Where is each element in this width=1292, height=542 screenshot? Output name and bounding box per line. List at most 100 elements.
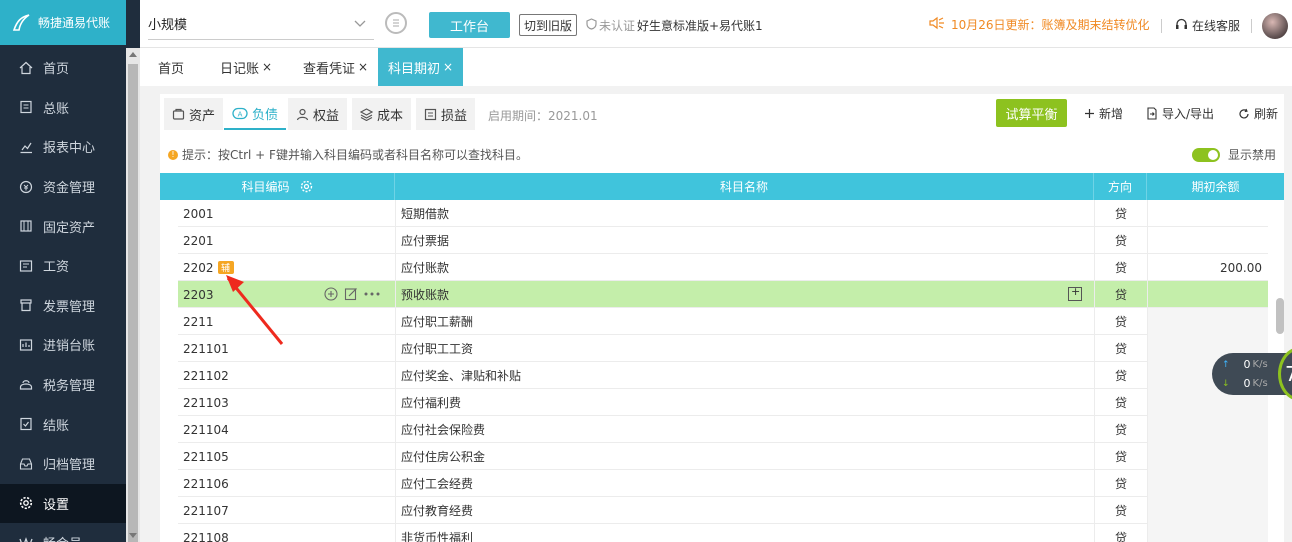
table-row[interactable]: 221106 应付工会经费贷	[178, 470, 1268, 497]
direction-cell: 贷	[1094, 335, 1147, 362]
sidebar-item-vip[interactable]: 畅会员	[0, 523, 126, 542]
checkout-icon	[18, 416, 34, 432]
tab-profit-loss[interactable]: 损益	[416, 98, 476, 130]
account-name: 应付职工薪酬	[395, 308, 1094, 335]
copy-add-icon[interactable]	[1068, 285, 1082, 301]
sidebar-scrollbar-thumb[interactable]	[128, 64, 138, 542]
sidebar-item-label: 畅会员	[43, 533, 82, 542]
tab-asset[interactable]: 资产	[164, 98, 224, 130]
page-tab-home[interactable]: 首页	[158, 48, 184, 86]
opening-balance-cell[interactable]	[1147, 227, 1268, 254]
toggle-switch[interactable]	[1192, 147, 1220, 162]
refresh-button[interactable]: 刷新	[1238, 105, 1278, 122]
account-name: 短期借款	[395, 200, 1094, 227]
brand-logo[interactable]: 畅捷通易代账	[0, 0, 126, 45]
opening-balance-cell[interactable]	[1147, 308, 1268, 335]
tab-label: 资产	[189, 108, 216, 124]
table-row[interactable]: 2001 短期借款贷	[178, 200, 1268, 227]
account-code: 2211	[183, 314, 214, 329]
company-select[interactable]: 小规模	[148, 8, 374, 40]
table-row[interactable]: 221103 应付福利费贷	[178, 389, 1268, 416]
opening-balance-cell[interactable]	[1147, 200, 1268, 227]
account-code-cell: 2001	[183, 200, 395, 227]
account-name: 应付教育经费	[395, 497, 1094, 524]
sidebar-item-archive[interactable]: 归档管理	[0, 444, 126, 484]
table-row[interactable]: 221108 非货币性福利贷	[178, 524, 1268, 542]
import-export-button[interactable]: 导入/导出	[1146, 105, 1214, 122]
opening-balance-cell[interactable]	[1147, 281, 1268, 308]
account-code: 2001	[183, 206, 214, 221]
opening-balance-cell[interactable]: 200.00	[1147, 254, 1268, 281]
table-row[interactable]: 221101 应付职工工资贷	[178, 335, 1268, 362]
online-service-link[interactable]: 在线客服	[1175, 17, 1240, 34]
tab-cost[interactable]: 成本	[352, 98, 412, 130]
liability-cat-icon: A	[232, 107, 248, 120]
sidebar-item-invoice[interactable]: 发票管理	[0, 286, 126, 326]
sidebar-item-label: 固定资产	[43, 220, 96, 236]
table-row[interactable]: 221105 应付住房公积金贷	[178, 443, 1268, 470]
network-speed-widget[interactable]: ↑ 0 K/s ↓ 0 K/s 7	[1212, 347, 1292, 401]
page-tabs: 首页 日记账 × 查看凭证 × 科目期初 ×	[140, 48, 1292, 86]
sidebar-item-chart[interactable]: 报表中心	[0, 127, 126, 167]
sidebar-item-label: 报表中心	[43, 141, 96, 157]
table-row[interactable]: 2201 应付票据贷	[178, 227, 1268, 254]
page-tab-opening-balance[interactable]: 科目期初 ×	[378, 48, 464, 86]
trial-balance-button[interactable]: 试算平衡	[996, 99, 1067, 127]
opening-balance-cell[interactable]	[1147, 524, 1268, 542]
calendar-icon[interactable]	[385, 12, 407, 34]
scroll-up-arrow-icon[interactable]	[129, 52, 137, 57]
unverified-status[interactable]: 未认证	[586, 17, 635, 34]
opening-balance-cell[interactable]	[1147, 443, 1268, 470]
show-disabled-toggle[interactable]: 显示禁用	[1192, 146, 1276, 163]
table-row[interactable]: 2203 预收账款贷	[178, 281, 1268, 308]
svg-text:A: A	[238, 110, 243, 118]
sidebar-item-checkout[interactable]: 结账	[0, 404, 126, 444]
close-icon[interactable]: ×	[358, 60, 368, 74]
direction-cell: 贷	[1094, 200, 1147, 227]
account-name: 应付票据	[395, 227, 1094, 254]
sidebar-item-asset[interactable]: 固定资产	[0, 206, 126, 246]
account-code: 221105	[183, 449, 229, 464]
opening-balance-cell[interactable]	[1147, 497, 1268, 524]
sidebar-item-ledger[interactable]: 总账	[0, 88, 126, 128]
opening-balance-cell[interactable]	[1147, 470, 1268, 497]
edit-icon[interactable]	[344, 287, 358, 301]
update-notice[interactable]: 10月26日更新：账簿及期末结转优化	[929, 16, 1150, 33]
settings-gear-icon[interactable]	[300, 180, 313, 193]
table-row[interactable]: 2211 应付职工薪酬贷	[178, 308, 1268, 335]
close-icon[interactable]: ×	[262, 60, 272, 74]
sidebar-item-tax[interactable]: 税务管理	[0, 365, 126, 405]
sidebar-item-home[interactable]: 首页	[0, 48, 126, 88]
table-scrollbar-thumb[interactable]	[1276, 298, 1284, 334]
user-avatar[interactable]	[1262, 13, 1288, 39]
account-code: 221103	[183, 395, 229, 410]
close-icon[interactable]: ×	[443, 60, 453, 74]
add-button[interactable]: 新增	[1084, 105, 1123, 122]
table-row[interactable]: 2202 辅应付账款贷 200.00	[178, 254, 1268, 281]
sidebar-item-inventory[interactable]: 进销台账	[0, 325, 126, 365]
scroll-down-arrow-icon[interactable]	[129, 533, 137, 538]
tab-equity[interactable]: 权益	[288, 98, 348, 130]
account-code-cell: 221107	[183, 497, 395, 524]
tab-label: 查看凭证	[303, 61, 356, 77]
switch-old-version-button[interactable]: 切到旧版	[519, 14, 578, 36]
sidebar-item-salary[interactable]: 工资	[0, 246, 126, 286]
page-tab-view-voucher[interactable]: 查看凭证 ×	[303, 48, 368, 86]
download-speed: ↓ 0 K/s	[1222, 377, 1268, 390]
table-row[interactable]: 221107 应付教育经费贷	[178, 497, 1268, 524]
more-icon[interactable]	[364, 292, 380, 296]
sidebar-item-money[interactable]: 资金管理	[0, 167, 126, 207]
workbench-button[interactable]: 工作台	[429, 12, 510, 38]
opening-balance-cell[interactable]	[1147, 416, 1268, 443]
tab-label: 首页	[158, 61, 185, 77]
tab-liability[interactable]: A 负债	[224, 98, 287, 130]
page-tab-journal[interactable]: 日记账 ×	[220, 48, 272, 86]
sidebar-scrollbar[interactable]	[126, 48, 140, 542]
add-child-icon[interactable]	[324, 287, 338, 301]
account-name: 应付福利费	[395, 389, 1094, 416]
sidebar-item-gear[interactable]: 设置	[0, 483, 126, 524]
inventory-icon	[18, 337, 34, 353]
table-row[interactable]: 221104 应付社会保险费贷	[178, 416, 1268, 443]
account-name: 预收账款	[395, 281, 1094, 308]
table-row[interactable]: 221102 应付奖金、津贴和补贴贷	[178, 362, 1268, 389]
